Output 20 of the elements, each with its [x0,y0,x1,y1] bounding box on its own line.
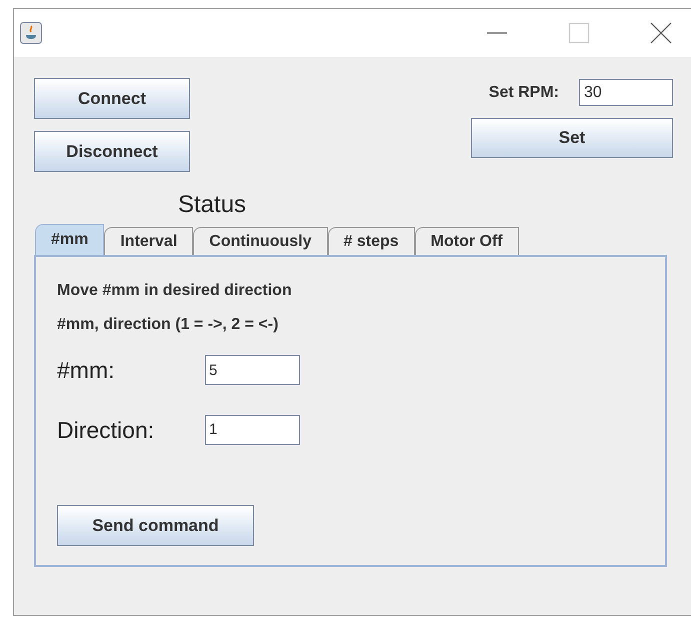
tab[interactable]: # steps [328,227,415,255]
input-field[interactable]: 5 [205,355,300,386]
instruction-text: Move #mm in desired direction [57,281,293,301]
close-icon[interactable] [650,22,672,44]
tab[interactable]: Interval [104,227,194,255]
tab[interactable]: #mm [35,224,104,255]
tab[interactable]: Continuously [193,227,328,255]
field-label: Direction: [57,416,156,444]
rpm-field[interactable]: 30 [579,79,673,106]
connect-button[interactable]: Connect [34,78,190,119]
set-button[interactable]: Set [471,118,673,158]
app-icon [20,22,42,44]
hint-text: #mm, direction (1 = ->, 2 = <-) [57,315,280,335]
tab[interactable]: Motor Off [414,227,519,255]
status-label: Status [178,190,248,220]
input-field[interactable]: 1 [205,414,300,445]
field-label: #mm: [57,356,116,385]
rpm-label: Set RPM: [488,82,559,102]
disconnect-button[interactable]: Disconnect [34,131,190,172]
send-command-button[interactable]: Send command [57,505,254,546]
